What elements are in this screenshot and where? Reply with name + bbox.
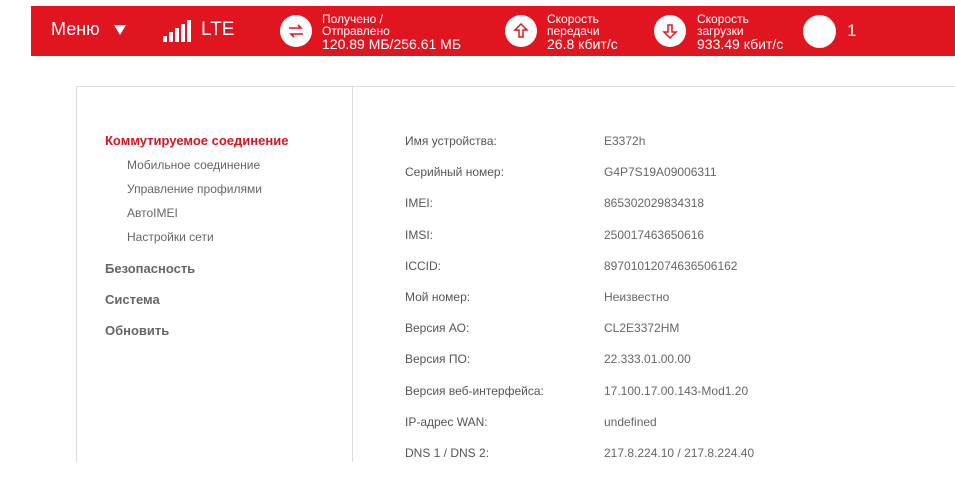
menu-label: Меню: [51, 19, 100, 39]
upload-arrow-icon: [505, 15, 537, 47]
info-row: Мой номер: Неизвестно: [405, 290, 754, 321]
info-key: ICCID:: [405, 258, 441, 273]
info-key: IP-адрес WAN:: [405, 414, 488, 429]
info-value: 22.333.01.00.00: [604, 352, 691, 367]
info-value: 217.8.224.10 / 217.8.224.40: [604, 445, 755, 460]
nav-update[interactable]: Обновить: [105, 323, 288, 354]
info-key: IMEI:: [405, 196, 434, 211]
info-row: Версия веб-интерфейса: 17.100.17.00.143-M…: [405, 384, 754, 415]
info-row: Версия ПО: 22.333.01.00.00: [405, 352, 754, 383]
info-key: Версия АО:: [405, 321, 470, 336]
info-row: IMSI: 250017463650616: [405, 228, 754, 259]
info-value: 17.100.17.00.143-Mod1.20: [604, 383, 749, 398]
info-value: E3372h: [604, 134, 646, 148]
nav-auto-imei[interactable]: АвтоIMEI: [105, 205, 288, 229]
download-arrow-icon: [654, 15, 686, 47]
info-row: Имя устройства: E3372h: [405, 134, 754, 165]
info-key: Мой номер:: [405, 289, 471, 304]
nav-system[interactable]: Система: [105, 292, 288, 323]
info-key: DNS 1 / DNS 2:: [405, 445, 490, 460]
menu-button[interactable]: Меню: [51, 19, 126, 40]
download-value: 933.49 кбит/с: [697, 36, 784, 52]
info-key: Версия веб-интерфейса:: [405, 383, 544, 398]
info-value: 250017463650616: [604, 227, 705, 242]
top-status-bar: Меню LTE Получено / Отправлено 120.89 МБ…: [31, 6, 955, 56]
nav-dialup-submenu: Мобильное соединение Управление профилям…: [105, 157, 288, 253]
info-key: Серийный номер:: [405, 165, 504, 180]
traffic-value: 120.89 МБ/256.61 МБ: [322, 36, 462, 52]
device-info-list: Имя устройства: E3372h Серийный номер: G4P…: [405, 134, 754, 477]
info-value: 89701012074636506162: [604, 258, 738, 273]
upload-stat: Скорость передачи 26.8 кбит/с: [547, 13, 618, 51]
nav-mobile-connection[interactable]: Мобильное соединение: [105, 157, 288, 181]
panel-divider: [352, 86, 353, 462]
network-type: LTE: [201, 19, 235, 40]
signal-strength-icon: [163, 20, 191, 42]
nav-security[interactable]: Безопасность: [105, 261, 288, 292]
traffic-stat: Получено / Отправлено 120.89 МБ/256.61 М…: [322, 13, 461, 51]
settings-sidebar: Коммутируемое соединение Мобильное соеди…: [105, 133, 288, 354]
connected-users-icon[interactable]: [803, 15, 836, 48]
info-row: ICCID: 89701012074636506162: [405, 259, 754, 290]
nav-profile-management[interactable]: Управление профилями: [105, 181, 288, 205]
info-value: G4P7S19A09006311: [604, 165, 717, 180]
caret-down-icon: [113, 24, 126, 35]
download-stat: Скорость загрузки 933.49 кбит/с: [697, 13, 783, 51]
info-row: IMEI: 865302029834318: [405, 196, 754, 227]
connected-users-count: 1: [847, 21, 857, 40]
upload-value: 26.8 кбит/с: [547, 36, 618, 52]
info-value: CL2E3372HM: [604, 321, 680, 336]
info-value: undefined: [604, 414, 657, 429]
info-key: Имя устройства:: [405, 134, 497, 148]
info-row: IP-адрес WAN: undefined: [405, 415, 754, 446]
traffic-exchange-icon: [280, 15, 312, 47]
info-key: IMSI:: [405, 227, 434, 242]
info-row: Серийный номер: G4P7S19A09006311: [405, 165, 754, 196]
info-value: Неизвестно: [604, 289, 670, 304]
info-row: Версия АО: CL2E3372HM: [405, 321, 754, 352]
info-value: 865302029834318: [604, 196, 705, 211]
info-row: DNS 1 / DNS 2: 217.8.224.10 / 217.8.224.4…: [405, 446, 754, 477]
info-key: Версия ПО:: [405, 352, 471, 367]
nav-network-settings[interactable]: Настройки сети: [105, 229, 288, 253]
